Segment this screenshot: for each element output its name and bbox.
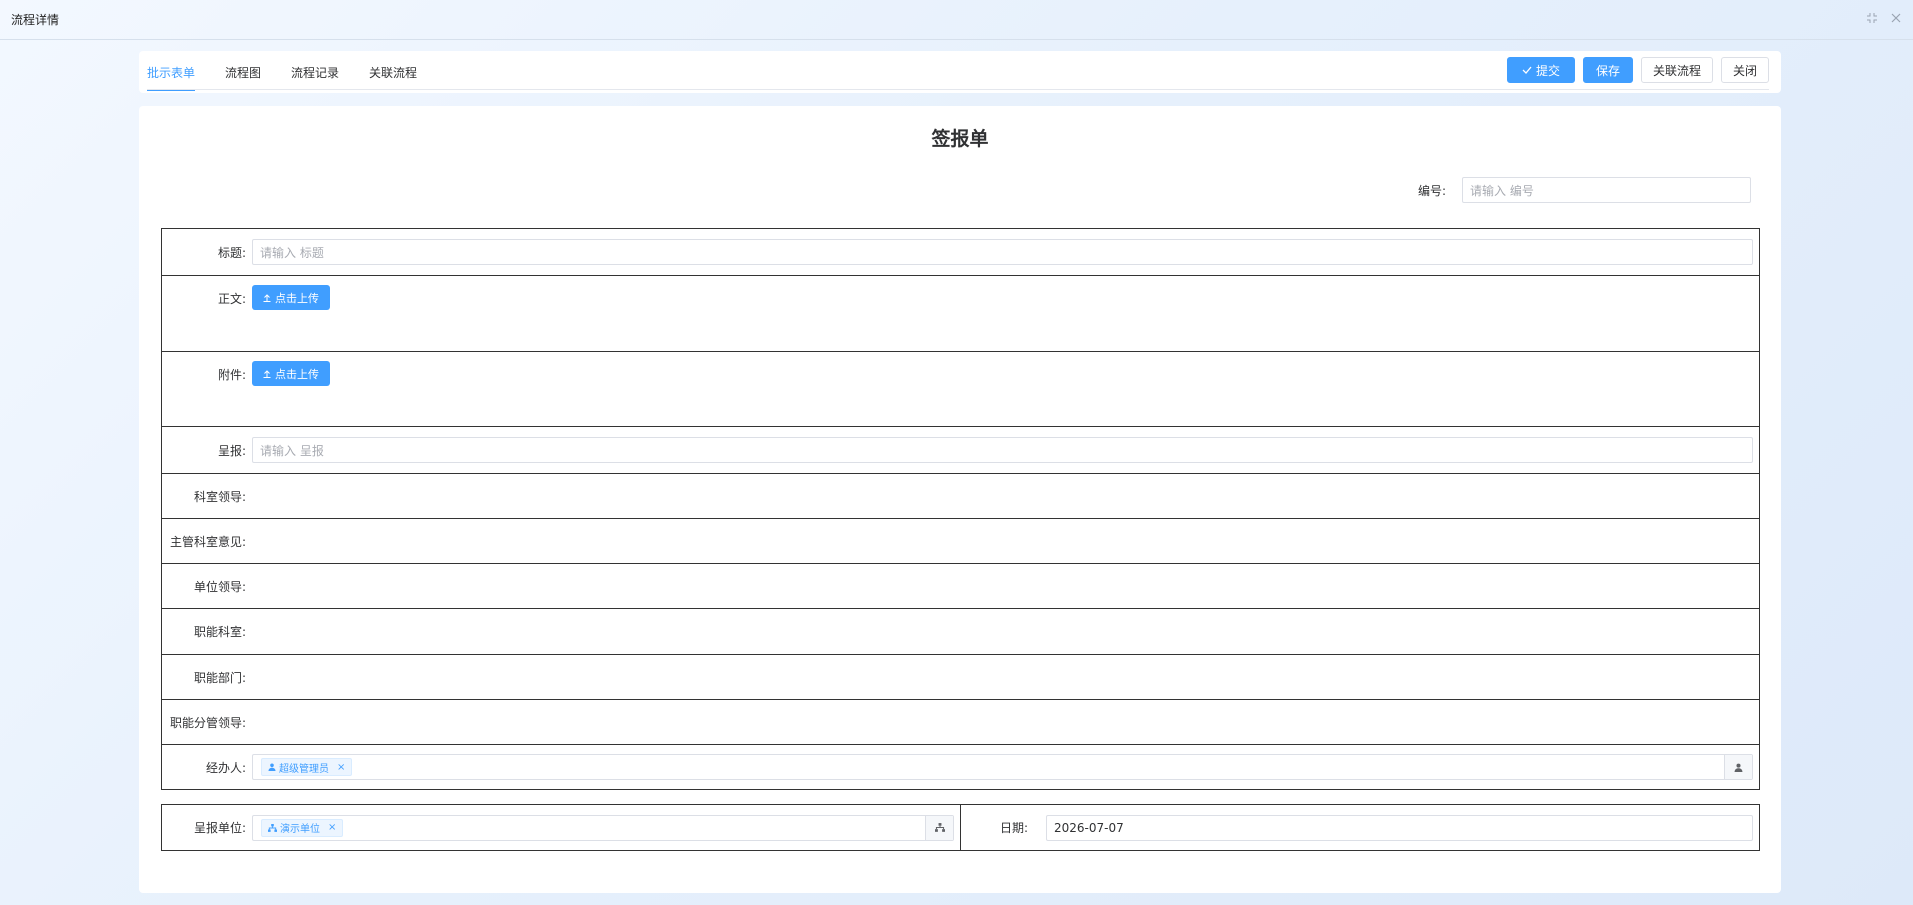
user-picker-button[interactable] (1724, 755, 1752, 779)
report-placeholder: 请输入 呈报 (260, 443, 324, 458)
body-label: 正文: (217, 292, 246, 306)
form-row-body: 正文: 点击上传 (162, 276, 1759, 352)
report-unit-value: 演示单位 × (252, 814, 960, 841)
date-label: 日期: (999, 821, 1028, 835)
attachment-upload-button[interactable]: 点击上传 (252, 361, 330, 386)
subject-input[interactable]: 请输入 标题 (252, 239, 1753, 265)
close-button[interactable]: 关闭 (1720, 57, 1769, 83)
save-button-label: 保存 (1595, 63, 1620, 78)
tag-close-icon[interactable]: × (337, 762, 345, 773)
report-unit-select[interactable]: 演示单位 × (252, 814, 954, 841)
tab-flow-record[interactable]: 流程记录 (291, 51, 339, 93)
action-toolbar: 提交 保存 关联流程 关闭 (1506, 57, 1769, 83)
handler-value: 超级管理员 × (252, 754, 1759, 780)
upload-icon (263, 293, 271, 302)
form-row-handler: 经办人: 超级管理员 × (162, 745, 1759, 790)
user-icon (1734, 763, 1743, 772)
handler-select[interactable]: 超级管理员 × (252, 754, 1753, 780)
close-button-label: 关闭 (1732, 63, 1757, 78)
subject-value: 请输入 标题 (252, 239, 1759, 265)
org-picker-button[interactable] (925, 815, 953, 840)
number-placeholder: 请输入 编号 (1470, 183, 1534, 198)
save-button[interactable]: 保存 (1582, 57, 1633, 83)
report-value: 请输入 呈报 (252, 437, 1759, 463)
form-row-attachment: 附件: 点击上传 (162, 352, 1759, 427)
check-icon (1522, 66, 1532, 74)
report-unit-tag: 演示单位 × (261, 818, 344, 837)
date-cell: 日期: 2026-07-07 (961, 805, 1759, 850)
subject-label: 标题: (217, 245, 246, 260)
org-chart-icon (268, 823, 277, 832)
submit-button-label: 提交 (1535, 63, 1560, 78)
tag-close-icon[interactable]: × (328, 822, 336, 833)
body-value: 点击上传 (252, 276, 1759, 310)
body-upload-label: 点击上传 (275, 291, 319, 305)
section-leader-label: 科室领导: (193, 489, 246, 504)
form-title: 签报单 (931, 128, 989, 150)
handler-tag-label: 超级管理员 (279, 763, 329, 775)
tab-list: 批示表单 流程图 流程记录 关联流程 (147, 51, 447, 93)
form-row-section-leader: 科室领导: (162, 474, 1759, 519)
user-icon (268, 763, 276, 771)
form-row-function-leader: 职能分管领导: (162, 700, 1759, 745)
related-flow-button[interactable]: 关联流程 (1640, 57, 1713, 83)
tab-related-flow[interactable]: 关联流程 (369, 51, 417, 93)
window-header: 流程详情 (0, 0, 1913, 40)
handler-tag: 超级管理员 × (261, 758, 353, 776)
related-flow-button-label: 关联流程 (1652, 63, 1701, 78)
upload-icon (263, 369, 271, 378)
form-card: 签报单 编号: 请输入 编号 标题: 请输入 标题 正文: 点击上传 附件: 点… (139, 106, 1781, 893)
report-input[interactable]: 请输入 呈报 (252, 437, 1753, 463)
fullscreen-icon[interactable] (1865, 12, 1879, 26)
window-controls (1865, 12, 1903, 26)
number-field-row: 编号: 请输入 编号 (1418, 177, 1751, 203)
attachment-label: 附件: (217, 368, 246, 382)
function-leader-label: 职能分管领导: (169, 715, 246, 730)
close-icon[interactable] (1889, 12, 1903, 26)
tab-approval-form[interactable]: 批示表单 (147, 51, 196, 93)
report-unit-label: 呈报单位: (193, 821, 246, 835)
tab-bar: 批示表单 流程图 流程记录 关联流程 提交 保存 关联流程 关闭 (139, 51, 1781, 93)
body-upload-button[interactable]: 点击上传 (252, 285, 330, 310)
number-label: 编号: (1417, 183, 1446, 198)
form-row-function-dept: 职能部门: (162, 655, 1759, 700)
subject-placeholder: 请输入 标题 (260, 245, 324, 260)
form-row-dept-opinion: 主管科室意见: (162, 519, 1759, 564)
function-dept-label: 职能部门: (193, 670, 246, 685)
report-unit-tag-label: 演示单位 (280, 824, 320, 835)
form-table-bottom: 呈报单位: 演示单位 × 日期: 2026-07-07 (161, 804, 1760, 851)
handler-label: 经办人: (205, 760, 246, 775)
form-row-unit-leader: 单位领导: (162, 564, 1759, 609)
form-row-function-office: 职能科室: (162, 609, 1759, 655)
function-office-label: 职能科室: (193, 625, 246, 639)
date-input-value: 2026-07-07 (1054, 820, 1124, 835)
window-title: 流程详情 (11, 13, 60, 27)
form-row-subject: 标题: 请输入 标题 (162, 229, 1759, 276)
date-input[interactable]: 2026-07-07 (1046, 814, 1753, 841)
attachment-upload-label: 点击上传 (275, 367, 319, 381)
form-table: 标题: 请输入 标题 正文: 点击上传 附件: 点击上传 呈报: 请输入 呈报 … (161, 228, 1760, 790)
form-row-report: 呈报: 请输入 呈报 (162, 427, 1759, 474)
unit-leader-label: 单位领导: (193, 579, 246, 594)
dept-opinion-label: 主管科室意见: (169, 534, 246, 549)
submit-button[interactable]: 提交 (1506, 57, 1575, 83)
report-unit-cell: 呈报单位: 演示单位 × (162, 805, 961, 850)
tab-divider (147, 89, 1769, 90)
number-input[interactable]: 请输入 编号 (1462, 177, 1751, 203)
date-value: 2026-07-07 (1046, 814, 1759, 841)
report-label: 呈报: (217, 443, 246, 458)
org-chart-icon (934, 823, 945, 832)
tab-flow-chart[interactable]: 流程图 (225, 51, 261, 93)
attachment-value: 点击上传 (252, 352, 1759, 386)
